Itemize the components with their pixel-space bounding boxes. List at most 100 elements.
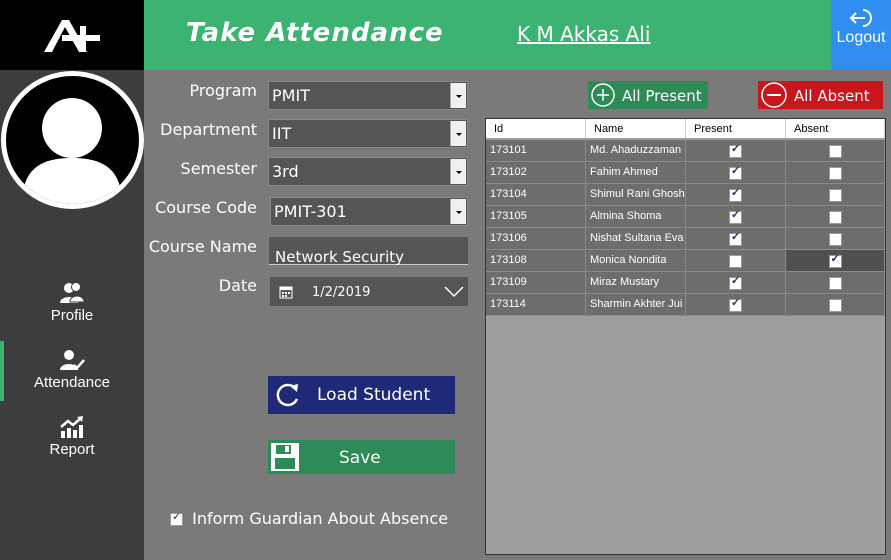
cell-id[interactable]: 173114	[486, 294, 586, 315]
load-student-label: Load Student	[317, 385, 431, 405]
chevron-down-icon[interactable]	[450, 159, 466, 184]
present-checkbox[interactable]	[729, 208, 742, 224]
cell-absent[interactable]	[786, 184, 885, 205]
plus-circle-icon	[591, 83, 615, 107]
department-label: Department	[160, 120, 257, 139]
cell-absent[interactable]	[786, 206, 885, 227]
program-select[interactable]: PMIT	[268, 81, 468, 110]
table-row[interactable]: 173101 Md. Ahaduzzaman	[486, 140, 885, 162]
cell-absent[interactable]	[786, 250, 885, 271]
department-select[interactable]: IIT	[268, 119, 468, 148]
present-checkbox[interactable]	[729, 142, 742, 158]
cell-id[interactable]: 173101	[486, 140, 586, 161]
cell-name[interactable]: Shimul Rani Ghosh	[586, 184, 686, 205]
program-label: Program	[189, 81, 257, 100]
sidebar-item-report[interactable]: Report	[0, 415, 144, 458]
all-present-button[interactable]: All Present	[588, 81, 708, 109]
course-code-select[interactable]: PMIT-301	[270, 197, 468, 226]
absent-checkbox[interactable]	[828, 299, 842, 312]
table-row[interactable]: 173105 Almina Shoma	[486, 206, 885, 228]
cell-absent[interactable]	[786, 140, 885, 161]
cell-absent[interactable]	[786, 294, 885, 315]
table-row[interactable]: 173104 Shimul Rani Ghosh	[486, 184, 885, 206]
present-checkbox[interactable]	[729, 164, 742, 180]
logout-icon	[849, 9, 872, 27]
chevron-down-icon[interactable]	[450, 83, 466, 108]
cell-name[interactable]: Almina Shoma	[586, 206, 686, 227]
chevron-down-icon[interactable]	[444, 286, 464, 298]
date-picker[interactable]: 1/2/2019	[270, 277, 468, 306]
floppy-disk-icon	[271, 443, 299, 471]
cell-present[interactable]	[686, 294, 786, 315]
load-student-button[interactable]: Load Student	[268, 376, 455, 414]
cell-name[interactable]: Sharmin Akhter Jui	[586, 294, 686, 315]
table-row[interactable]: 173108 Monica Nondita	[486, 250, 885, 272]
cell-name[interactable]: Monica Nondita	[586, 250, 686, 271]
absent-checkbox[interactable]	[828, 211, 842, 224]
present-checkbox[interactable]	[729, 186, 742, 202]
semester-value: 3rd	[272, 162, 299, 181]
calendar-icon	[279, 286, 293, 299]
cell-absent[interactable]	[786, 162, 885, 183]
cell-absent[interactable]	[786, 272, 885, 293]
cell-name[interactable]: Miraz Mustary	[586, 272, 686, 293]
cell-name[interactable]: Nishat Sultana Eva	[586, 228, 686, 249]
table-row[interactable]: 173106 Nishat Sultana Eva	[486, 228, 885, 250]
present-checkbox[interactable]	[729, 230, 742, 246]
present-checkbox[interactable]	[729, 274, 742, 290]
user-name-link[interactable]: K M Akkas Ali	[517, 22, 650, 46]
cell-absent[interactable]	[786, 228, 885, 249]
cell-id[interactable]: 173108	[486, 250, 586, 271]
column-header-absent[interactable]: Absent	[786, 119, 885, 138]
cell-id[interactable]: 173106	[486, 228, 586, 249]
cell-present[interactable]	[686, 206, 786, 227]
table-row[interactable]: 173109 Miraz Mustary	[486, 272, 885, 294]
avatar	[1, 71, 144, 209]
cell-id[interactable]: 173109	[486, 272, 586, 293]
cell-id[interactable]: 173105	[486, 206, 586, 227]
present-checkbox[interactable]	[729, 296, 742, 312]
table-row[interactable]: 173102 Fahim Ahmed	[486, 162, 885, 184]
page-title: Take Attendance	[186, 18, 444, 48]
present-checkbox[interactable]	[729, 255, 742, 268]
sidebar-item-attendance[interactable]: Attendance	[0, 348, 144, 391]
department-value: IIT	[272, 124, 292, 143]
absent-checkbox[interactable]	[828, 252, 842, 268]
inform-guardian-option[interactable]: Inform Guardian About Absence	[170, 509, 448, 528]
cell-present[interactable]	[686, 162, 786, 183]
inform-guardian-checkbox[interactable]	[170, 510, 183, 526]
cell-name[interactable]: Fahim Ahmed	[586, 162, 686, 183]
table-row[interactable]: 173114 Sharmin Akhter Jui	[486, 294, 885, 316]
save-button[interactable]: Save	[268, 440, 455, 474]
absent-checkbox[interactable]	[828, 277, 842, 290]
chevron-down-icon[interactable]	[450, 121, 466, 146]
logo-icon	[44, 20, 100, 52]
column-header-name[interactable]: Name	[586, 119, 686, 138]
inform-guardian-label: Inform Guardian About Absence	[192, 509, 449, 528]
semester-select[interactable]: 3rd	[268, 157, 468, 186]
cell-present[interactable]	[686, 250, 786, 271]
course-name-label: Course Name	[148, 237, 257, 256]
all-present-label: All Present	[622, 87, 702, 105]
cell-name[interactable]: Md. Ahaduzzaman	[586, 140, 686, 161]
cell-id[interactable]: 173104	[486, 184, 586, 205]
logout-button[interactable]: Logout	[831, 0, 891, 70]
column-header-present[interactable]: Present	[686, 119, 786, 138]
cell-present[interactable]	[686, 228, 786, 249]
chevron-down-icon[interactable]	[450, 199, 466, 224]
all-absent-label: All Absent	[794, 87, 870, 105]
absent-checkbox[interactable]	[828, 189, 842, 202]
course-name-field[interactable]: Network Security	[269, 237, 468, 266]
absent-checkbox[interactable]	[828, 145, 842, 158]
cell-present[interactable]	[686, 140, 786, 161]
cell-id[interactable]: 173102	[486, 162, 586, 183]
all-absent-button[interactable]: All Absent	[758, 81, 883, 109]
course-code-label: Course Code	[155, 198, 257, 217]
cell-present[interactable]	[686, 272, 786, 293]
column-header-id[interactable]: Id	[486, 119, 586, 138]
sidebar-item-profile[interactable]: Profile	[0, 281, 144, 324]
absent-checkbox[interactable]	[828, 233, 842, 246]
course-name-value: Network Security	[275, 248, 404, 266]
absent-checkbox[interactable]	[828, 167, 842, 180]
cell-present[interactable]	[686, 184, 786, 205]
